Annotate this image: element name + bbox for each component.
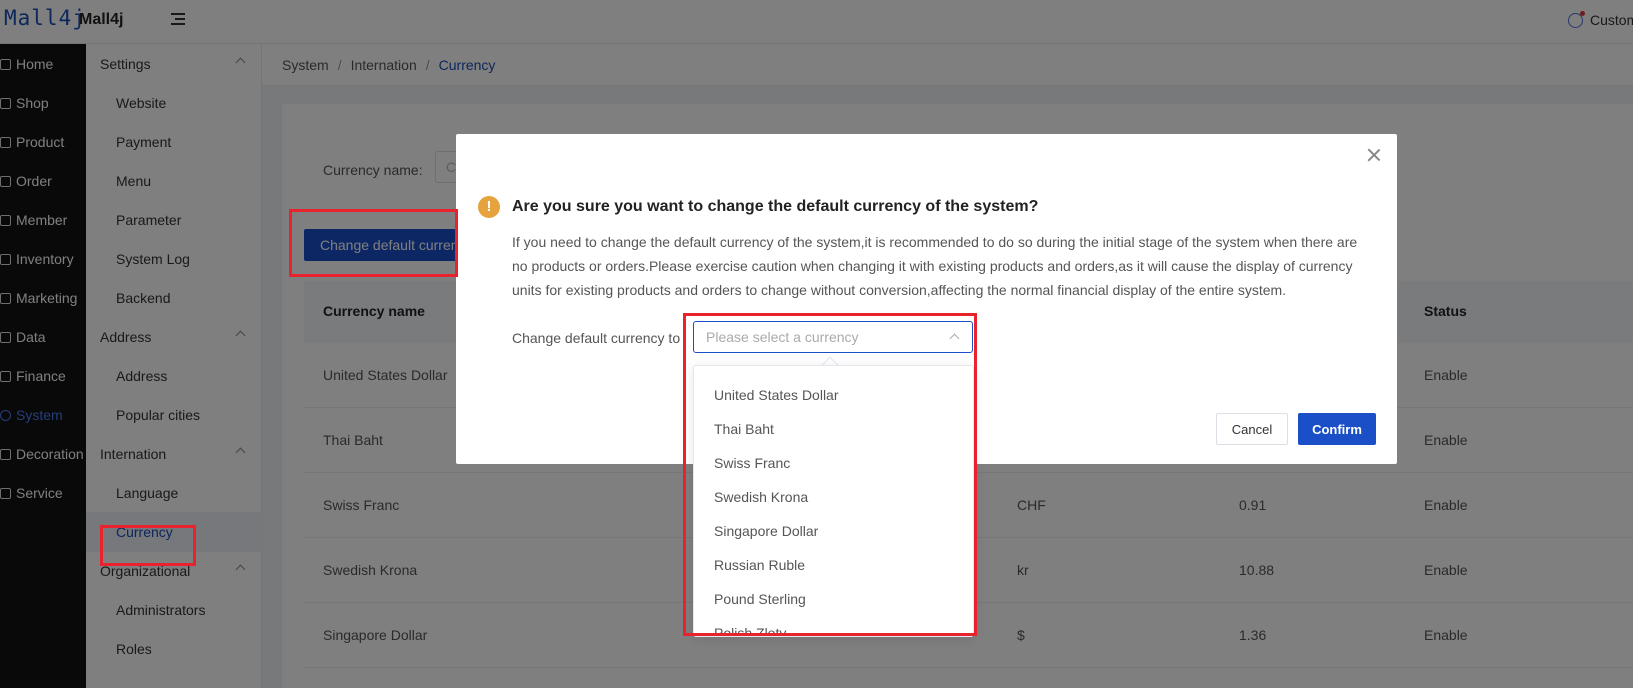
dropdown-option[interactable]: Swiss Franc bbox=[694, 446, 973, 480]
dropdown-option[interactable]: Polish Zloty bbox=[694, 616, 973, 636]
dropdown-option[interactable]: Thai Baht bbox=[694, 412, 973, 446]
dropdown-option[interactable]: Swedish Krona bbox=[694, 480, 973, 514]
default-currency-label: Change default currency to bbox=[512, 330, 681, 346]
currency-select-placeholder: Please select a currency bbox=[706, 329, 859, 345]
confirm-button[interactable]: Confirm bbox=[1298, 413, 1376, 445]
cancel-button[interactable]: Cancel bbox=[1216, 413, 1288, 445]
dialog-message: If you need to change the default curren… bbox=[512, 234, 1358, 298]
dropdown-option[interactable]: Pound Sterling bbox=[694, 582, 973, 616]
dropdown-option[interactable]: Russian Ruble bbox=[694, 548, 973, 582]
dialog-title: Are you sure you want to change the defa… bbox=[512, 198, 1039, 215]
currency-dropdown: United States Dollar Thai Baht Swiss Fra… bbox=[693, 365, 974, 637]
close-icon[interactable] bbox=[1367, 148, 1381, 162]
dropdown-option[interactable]: United States Dollar bbox=[694, 378, 973, 412]
chevron-up-icon bbox=[949, 333, 960, 344]
warning-icon: ! bbox=[478, 196, 500, 218]
dropdown-option[interactable]: Singapore Dollar bbox=[694, 514, 973, 548]
currency-select[interactable]: Please select a currency bbox=[693, 321, 973, 353]
